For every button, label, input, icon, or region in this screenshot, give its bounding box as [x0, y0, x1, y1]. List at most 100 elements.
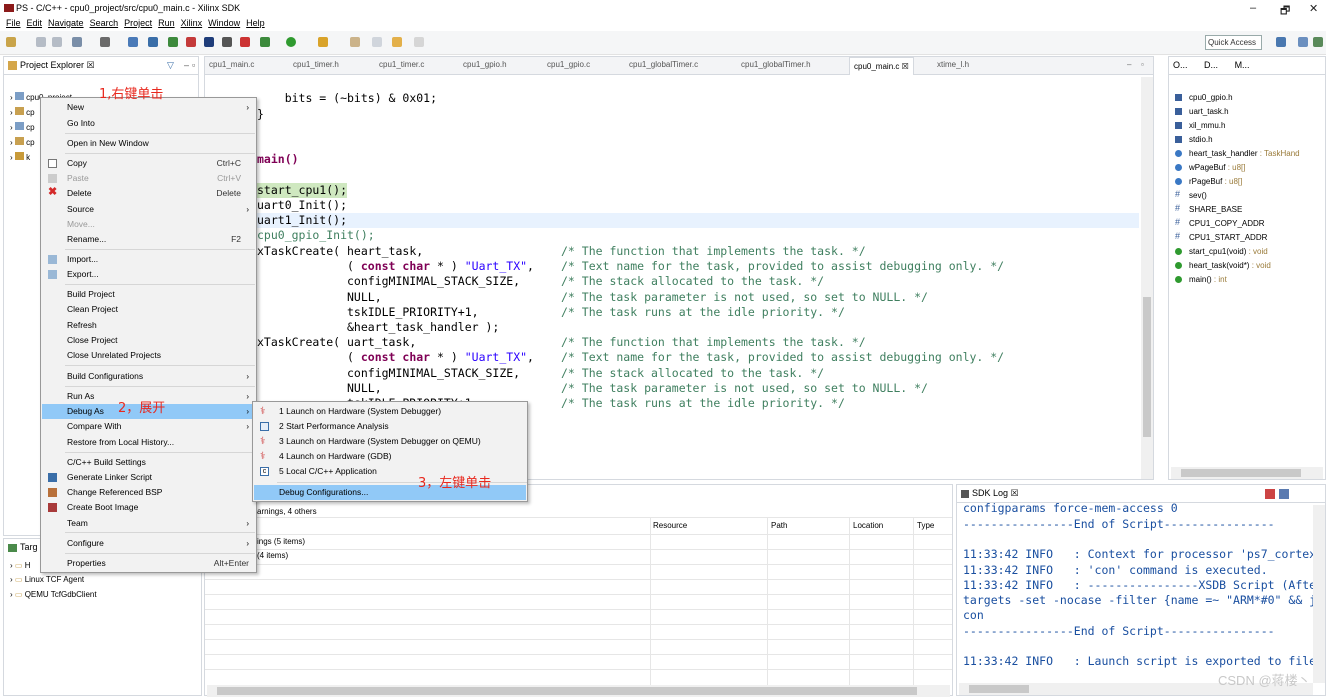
outline-item[interactable]: heart_task_handler : TaskHand [1175, 149, 1300, 158]
outline-item[interactable]: # CPU1_START_ADDR [1175, 231, 1267, 242]
menu-xilinx[interactable]: Xilinx [181, 17, 203, 30]
run-icon[interactable] [286, 37, 296, 47]
menu-item-generate-linker[interactable]: Generate Linker Script [42, 470, 255, 485]
debug-perspective-icon[interactable] [1313, 37, 1323, 47]
editor-maximize-icon[interactable]: ▫ [1141, 60, 1144, 69]
editor-vertical-scrollbar[interactable] [1141, 77, 1153, 479]
outline-item[interactable]: cpu0_gpio.h [1175, 93, 1233, 102]
lock-log-icon[interactable] [1279, 489, 1289, 499]
debug-icon[interactable] [240, 37, 250, 47]
menu-project[interactable]: Project [124, 17, 152, 30]
menu-item-export[interactable]: Export... [42, 267, 255, 282]
cpp-perspective-icon[interactable] [1298, 37, 1308, 47]
outline-item[interactable]: start_cpu1(void) : void [1175, 247, 1268, 256]
problems-row-others[interactable]: (4 items) [257, 551, 288, 560]
debug-tool-icon[interactable] [222, 37, 232, 47]
menu-item-paste[interactable]: Paste Ctrl+V [42, 171, 255, 186]
outline-item[interactable]: heart_task(void*) : void [1175, 261, 1271, 270]
annotation-icon[interactable] [372, 37, 382, 47]
menu-item-build-project[interactable]: Build Project [42, 287, 255, 302]
menu-item-move[interactable]: Move... [42, 217, 255, 232]
menu-item-copy[interactable]: Copy Ctrl+C [42, 156, 255, 171]
menu-item-restore-history[interactable]: Restore from Local History... [42, 435, 255, 450]
minimize-button[interactable]: – [1250, 2, 1256, 14]
submenu-item-launch-qemu[interactable]: ⚕ 3 Launch on Hardware (System Debugger o… [254, 434, 526, 449]
forward-icon[interactable] [414, 37, 424, 47]
external-tools-icon[interactable] [318, 37, 328, 47]
menu-item-import[interactable]: Import... [42, 252, 255, 267]
menu-item-refresh[interactable]: Refresh [42, 318, 255, 333]
pin-icon[interactable] [350, 37, 360, 47]
settings-icon[interactable] [72, 37, 82, 47]
menu-help[interactable]: Help [246, 17, 265, 30]
problems-row-warnings[interactable]: ings (5 items) [257, 537, 305, 546]
tab-cpu1-timer-c[interactable]: cpu1_timer.c [379, 60, 424, 69]
menu-item-close-unrelated[interactable]: Close Unrelated Projects [42, 348, 255, 363]
menu-item-rename[interactable]: Rename... F2 [42, 232, 255, 247]
outline-item[interactable]: main() : int [1175, 275, 1227, 284]
submenu-item-performance-analysis[interactable]: 2 Start Performance Analysis [254, 419, 526, 434]
tab-cpu1-globaltimer-h[interactable]: cpu1_globalTimer.h [741, 60, 811, 69]
minimize-view-icon[interactable]: – [184, 57, 189, 74]
tab-cpu1-main-c[interactable]: cpu1_main.c [209, 60, 254, 69]
tab-outline[interactable]: O... [1173, 60, 1188, 70]
menu-item-team[interactable]: Team › [42, 516, 255, 531]
program-fpga-icon[interactable] [168, 37, 178, 47]
menu-window[interactable]: Window [208, 17, 240, 30]
save-all-icon[interactable] [52, 37, 62, 47]
outline-item[interactable]: uart_task.h [1175, 107, 1229, 116]
editor-minimize-icon[interactable]: – [1127, 60, 1131, 69]
menu-edit[interactable]: Edit [27, 17, 43, 30]
tree-item-project-2[interactable]: › cp [10, 107, 35, 117]
tab-cpu1-timer-h[interactable]: cpu1_timer.h [293, 60, 339, 69]
quick-access-input[interactable]: Quick Access [1205, 35, 1262, 50]
sdk-tool-icon[interactable] [148, 37, 158, 47]
outline-item[interactable]: xil_mmu.h [1175, 121, 1225, 130]
menu-search[interactable]: Search [90, 17, 119, 30]
column-header-location[interactable]: Location [853, 521, 883, 530]
tab-disassembly[interactable]: D... [1204, 60, 1218, 70]
log-vertical-scrollbar[interactable] [1313, 505, 1325, 683]
filter-icon[interactable]: ▽ [167, 57, 179, 74]
new-icon[interactable] [6, 37, 16, 47]
menu-item-configure[interactable]: Configure › [42, 536, 255, 551]
perspective-icon[interactable] [1276, 37, 1286, 47]
menu-item-clean-project[interactable]: Clean Project [42, 302, 255, 317]
clear-log-icon[interactable] [1265, 489, 1275, 499]
menu-item-compare-with[interactable]: Compare With › [42, 419, 255, 434]
menu-item-properties[interactable]: Properties Alt+Enter [42, 556, 255, 571]
tree-item-qemu-tcfgdbclient[interactable]: › ▭ QEMU TcfGdbClient [10, 590, 97, 599]
save-icon[interactable] [36, 37, 46, 47]
menu-item-close-project[interactable]: Close Project [42, 333, 255, 348]
build-icon[interactable] [100, 37, 110, 47]
menu-item-open-new-window[interactable]: Open in New Window [42, 136, 255, 151]
outline-item[interactable]: # SHARE_BASE [1175, 203, 1242, 214]
tree-item-project-4[interactable]: › cp [10, 137, 35, 147]
tab-cpu1-gpio-c[interactable]: cpu1_gpio.c [547, 60, 590, 69]
submenu-item-launch-gdb[interactable]: ⚕ 4 Launch on Hardware (GDB) [254, 449, 526, 464]
menu-item-new[interactable]: New › [42, 100, 255, 115]
submenu-item-launch-hardware[interactable]: ⚕ 1 Launch on Hardware (System Debugger) [254, 404, 526, 419]
menu-run[interactable]: Run [158, 17, 175, 30]
menu-file[interactable]: File [6, 17, 21, 30]
outline-item[interactable]: # sev() [1175, 189, 1207, 200]
tool-icon[interactable] [128, 37, 138, 47]
tab-xtime-l-h[interactable]: xtime_l.h [937, 60, 969, 69]
tree-item-project-5[interactable]: › k [10, 152, 30, 162]
menu-item-delete[interactable]: ✖ Delete Delete [42, 186, 255, 201]
tab-make-target[interactable]: M... [1235, 60, 1250, 70]
maximize-view-icon[interactable]: ▫ [192, 57, 195, 74]
column-header-type[interactable]: Type [917, 521, 934, 530]
bug-icon[interactable] [260, 37, 270, 47]
close-button[interactable]: ✕ [1309, 2, 1318, 15]
outline-item[interactable]: rPageBuf : u8[] [1175, 177, 1242, 186]
tab-cpu0-main-c[interactable]: cpu0_main.c ☒ [849, 57, 914, 75]
outline-item[interactable]: stdio.h [1175, 135, 1213, 144]
back-icon[interactable] [392, 37, 402, 47]
tree-item-project-3[interactable]: › cp [10, 122, 35, 132]
menu-item-create-boot-image[interactable]: Create Boot Image [42, 500, 255, 515]
column-header-path[interactable]: Path [771, 521, 787, 530]
tree-item-hardware-server[interactable]: › ▭ H [10, 561, 30, 570]
menu-item-go-into[interactable]: Go Into [42, 116, 255, 131]
xilinx-tool-icon[interactable] [186, 37, 196, 47]
